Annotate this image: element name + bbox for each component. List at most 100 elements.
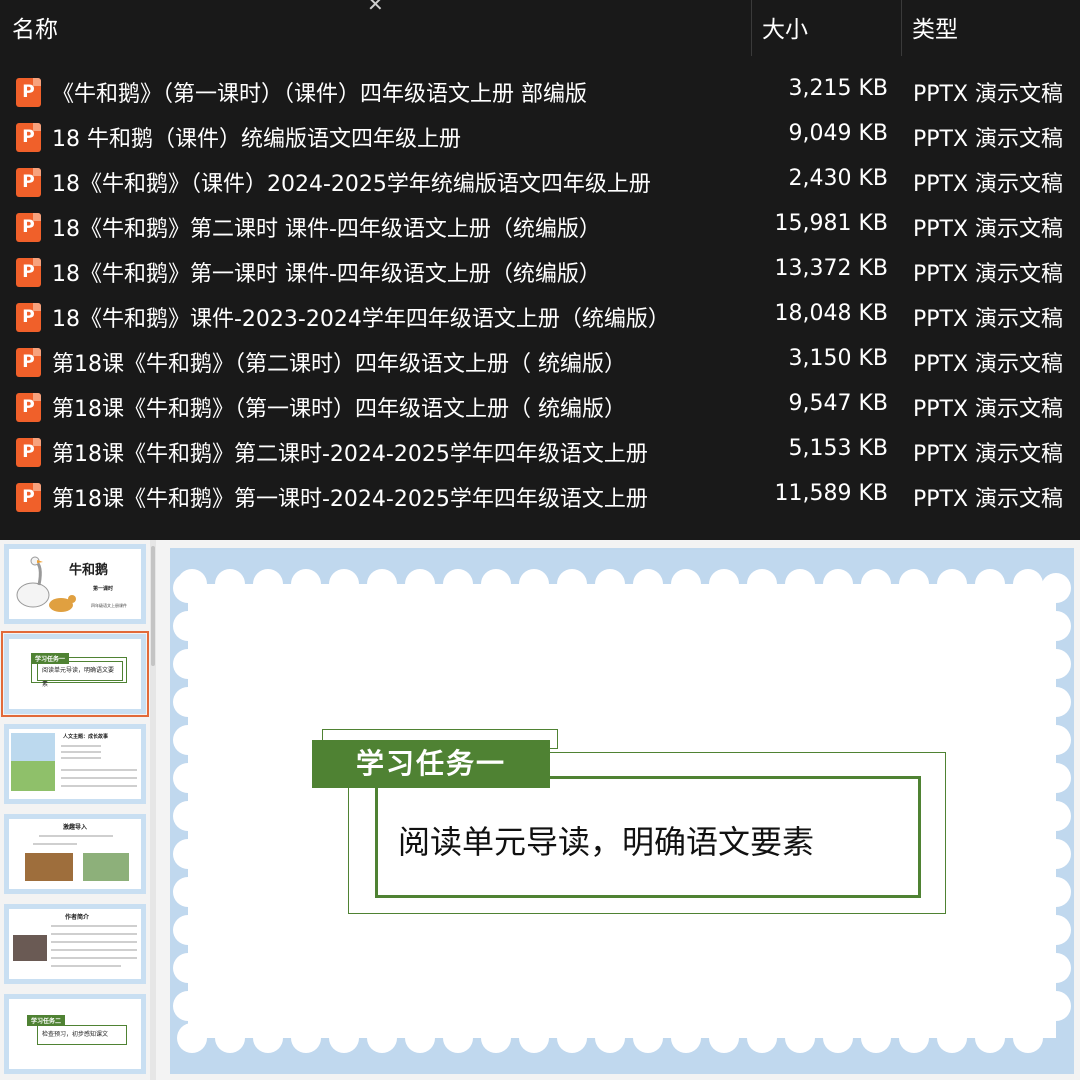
file-name: 18《牛和鹅》第二课时 课件-四年级语文上册（统编版） (52, 217, 601, 242)
thumb-task-banner: 学习任务二 (27, 1015, 66, 1026)
stamp-scallop (1041, 611, 1071, 641)
slide-thumbnail-5[interactable]: 作者简介 (4, 904, 146, 984)
slide-thumbnail-4[interactable]: 激趣导入 (4, 814, 146, 894)
file-row[interactable]: P 第18课《牛和鹅》（第一课时）四年级语文上册（ 统编版） 9,547 KB … (0, 385, 1080, 430)
presentation-editor: 牛和鹅 第一课时 四年级语文上册课件 阅读单元导读，明确语文要素 学习任务一 人… (0, 540, 1080, 1080)
stamp-scallop (291, 1023, 321, 1053)
file-name: 《牛和鹅》（第一课时）（课件）四年级语文上册 部编版 (52, 82, 587, 107)
column-header-size[interactable]: 大小 (762, 10, 808, 44)
stamp-scallop (253, 1023, 283, 1053)
stamp-scallop (557, 569, 587, 599)
stamp-scallop (1041, 991, 1071, 1021)
column-header-type[interactable]: 类型 (912, 10, 958, 44)
file-row[interactable]: P 第18课《牛和鹅》（第二课时）四年级语文上册（ 统编版） 3,150 KB … (0, 340, 1080, 385)
stamp-scallop (785, 1023, 815, 1053)
file-name: 第18课《牛和鹅》第二课时-2024-2025学年四年级语文上册 (52, 442, 648, 467)
stamp-scallop (481, 1023, 511, 1053)
close-icon[interactable]: ✕ (367, 0, 384, 16)
stamp-scallop (633, 1023, 663, 1053)
stamp-scallop (367, 1023, 397, 1053)
pptx-file-icon: P (16, 393, 41, 422)
file-row[interactable]: P 《牛和鹅》（第一课时）（课件）四年级语文上册 部编版 3,215 KB PP… (0, 70, 1080, 115)
stamp-scallop (519, 1023, 549, 1053)
pptx-file-icon: P (16, 348, 41, 377)
stamp-scallop (173, 611, 203, 641)
file-row[interactable]: P 18 牛和鹅（课件）统编版语文四年级上册 9,049 KB PPTX 演示文… (0, 115, 1080, 160)
file-size: 11,589 KB (774, 481, 889, 506)
stamp-scallop (367, 569, 397, 599)
stamp-scallop (173, 725, 203, 755)
column-divider[interactable] (901, 0, 902, 56)
slide-thumbnail-1[interactable]: 牛和鹅 第一课时 四年级语文上册课件 (4, 544, 146, 624)
file-row[interactable]: P 18《牛和鹅》（课件）2024-2025学年统编版语文四年级上册 2,430… (0, 160, 1080, 205)
stamp-scallop (329, 1023, 359, 1053)
pptx-file-icon: P (16, 123, 41, 152)
file-row[interactable]: P 第18课《牛和鹅》第二课时-2024-2025学年四年级语文上册 5,153… (0, 430, 1080, 475)
slide-thumbnail-6[interactable]: 检查预习，初步感知课文 学习任务二 (4, 994, 146, 1074)
stamp-scallop (899, 569, 929, 599)
file-name: 第18课《牛和鹅》第一课时-2024-2025学年四年级语文上册 (52, 487, 648, 512)
file-type: PPTX 演示文稿 (913, 397, 1064, 422)
task-description-box: 阅读单元导读，明确语文要素 (375, 776, 921, 898)
file-size: 5,153 KB (788, 436, 889, 461)
file-size: 3,215 KB (788, 76, 889, 101)
thumbnail-scrollbar[interactable] (150, 540, 156, 1080)
file-name: 第18课《牛和鹅》（第一课时）四年级语文上册（ 统编版） (52, 397, 626, 422)
file-name: 第18课《牛和鹅》（第二课时）四年级语文上册（ 统编版） (52, 352, 626, 377)
stamp-scallop (1041, 953, 1071, 983)
stamp-scallop (173, 915, 203, 945)
file-name: 18 牛和鹅（课件）统编版语文四年级上册 (52, 127, 461, 152)
column-header-name[interactable]: 名称 (12, 10, 58, 44)
stamp-scallop (481, 569, 511, 599)
thumb-task-text: 检查预习，初步感知课文 (37, 1025, 127, 1045)
pptx-file-icon: P (16, 78, 41, 107)
pptx-file-icon: P (16, 303, 41, 332)
stamp-scallop (975, 569, 1005, 599)
stamp-scallop (291, 569, 321, 599)
file-name: 18《牛和鹅》（课件）2024-2025学年统编版语文四年级上册 (52, 172, 651, 197)
slide-thumbnail-2[interactable]: 阅读单元导读，明确语文要素 学习任务一 (1, 631, 149, 717)
file-explorer: ✕ 名称 大小 类型 P 《牛和鹅》（第一课时）（课件）四年级语文上册 部编版 … (0, 0, 1080, 540)
thumb-title: 作者简介 (65, 914, 90, 921)
file-type: PPTX 演示文稿 (913, 307, 1064, 332)
pptx-file-icon: P (16, 438, 41, 467)
stamp-scallop (899, 1023, 929, 1053)
file-type: PPTX 演示文稿 (913, 172, 1064, 197)
file-size: 18,048 KB (774, 301, 889, 326)
file-size: 3,150 KB (788, 346, 889, 371)
thumb-title: 人文主题：成长故事 (63, 734, 109, 740)
stamp-scallop (633, 569, 663, 599)
file-type: PPTX 演示文稿 (913, 442, 1064, 467)
stamp-scallop (1041, 687, 1071, 717)
pptx-file-icon: P (16, 258, 41, 287)
file-row[interactable]: P 18《牛和鹅》第二课时 课件-四年级语文上册（统编版） 15,981 KB … (0, 205, 1080, 250)
stamp-scallop (253, 569, 283, 599)
stamp-scallop (173, 649, 203, 679)
stamp-scallop (671, 1023, 701, 1053)
file-type: PPTX 演示文稿 (913, 487, 1064, 512)
stamp-scallop (1041, 763, 1071, 793)
task-description-text: 阅读单元导读，明确语文要素 (398, 823, 815, 861)
thumb-task-text: 阅读单元导读，明确语文要素 (37, 661, 123, 688)
thumb-title: 激趣导入 (63, 824, 88, 831)
stamp-scallop (1013, 1023, 1043, 1053)
stamp-scallop (975, 1023, 1005, 1053)
file-row[interactable]: P 第18课《牛和鹅》第一课时-2024-2025学年四年级语文上册 11,58… (0, 475, 1080, 520)
stamp-scallop (405, 1023, 435, 1053)
stamp-scallop (861, 569, 891, 599)
stamp-scallop (557, 1023, 587, 1053)
stamp-scallop (329, 569, 359, 599)
file-row[interactable]: P 18《牛和鹅》第一课时 课件-四年级语文上册（统编版） 13,372 KB … (0, 250, 1080, 295)
stamp-scallop (595, 569, 625, 599)
slide-thumbnail-3[interactable]: 人文主题：成长故事 (4, 724, 146, 804)
stamp-scallop (861, 1023, 891, 1053)
stamp-scallop (173, 839, 203, 869)
stamp-scallop (443, 569, 473, 599)
stamp-scallop (405, 569, 435, 599)
slide-canvas[interactable]: 阅读单元导读，明确语文要素 学习任务一 (170, 548, 1074, 1074)
file-row[interactable]: P 18《牛和鹅》课件-2023-2024学年四年级语文上册（统编版） 18,0… (0, 295, 1080, 340)
file-size: 13,372 KB (774, 256, 889, 281)
stamp-scallop (1041, 915, 1071, 945)
slide-thumbnail-panel: 牛和鹅 第一课时 四年级语文上册课件 阅读单元导读，明确语文要素 学习任务一 人… (0, 540, 156, 1080)
column-divider[interactable] (751, 0, 752, 56)
